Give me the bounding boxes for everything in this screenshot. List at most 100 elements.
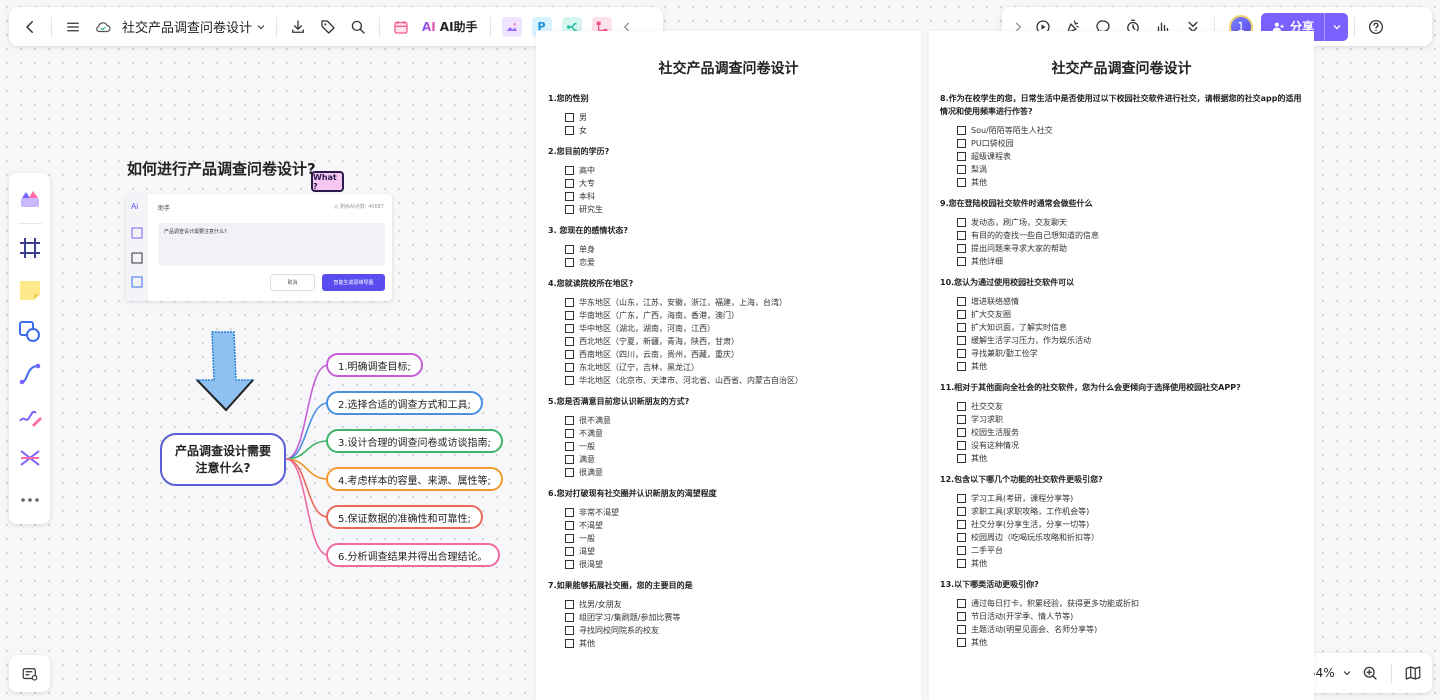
checkbox[interactable] — [957, 178, 966, 187]
checkbox[interactable] — [565, 298, 574, 307]
more-tools-icon[interactable] — [14, 482, 46, 518]
checkbox[interactable] — [957, 165, 966, 174]
checkbox[interactable] — [957, 152, 966, 161]
mindmap-heading[interactable]: 如何进行产品调查问卷设计? — [127, 158, 316, 179]
survey-option[interactable]: 东北地区（辽宁，吉林，黑龙江） — [565, 361, 909, 374]
survey-option[interactable]: 学习求职 — [957, 413, 1303, 426]
survey-option[interactable]: 男 — [565, 111, 909, 124]
checkbox[interactable] — [565, 468, 574, 477]
survey-option[interactable]: 超级课程表 — [957, 150, 1303, 163]
checkbox[interactable] — [957, 546, 966, 555]
survey-option[interactable]: 其他 — [957, 557, 1303, 570]
checkbox[interactable] — [565, 600, 574, 609]
checkbox[interactable] — [957, 244, 966, 253]
checkbox[interactable] — [957, 126, 966, 135]
survey-option[interactable]: 求职工具(求职攻略，工作机会等) — [957, 505, 1303, 518]
checkbox[interactable] — [957, 454, 966, 463]
survey-option[interactable]: 其他详细 — [957, 255, 1303, 268]
checkbox[interactable] — [565, 521, 574, 530]
survey-option[interactable]: 节日活动(开学季、情人节等) — [957, 610, 1303, 623]
survey-option[interactable]: 扩大交友圈 — [957, 308, 1303, 321]
survey-option[interactable]: 其他 — [957, 176, 1303, 189]
share-dropdown[interactable] — [1324, 12, 1348, 41]
checkbox[interactable] — [565, 205, 574, 214]
checkbox[interactable] — [565, 337, 574, 346]
survey-option[interactable]: 恋爱 — [565, 256, 909, 269]
survey-option[interactable]: 华北地区（北京市、天津市、河北省、山西省、内蒙古自治区） — [565, 374, 909, 387]
checkbox[interactable] — [957, 336, 966, 345]
mindmap-tool-icon[interactable] — [14, 440, 46, 476]
checkbox[interactable] — [957, 638, 966, 647]
menu-icon[interactable] — [58, 13, 88, 41]
survey-option[interactable]: 寻找同校同院系的校友 — [565, 624, 909, 637]
survey-option[interactable]: 社交交友 — [957, 400, 1303, 413]
checkbox[interactable] — [957, 139, 966, 148]
survey-option[interactable]: 梨涡 — [957, 163, 1303, 176]
checkbox[interactable] — [957, 323, 966, 332]
connector-tool-icon[interactable] — [14, 356, 46, 392]
survey-option[interactable]: 华南地区（广东，广西，海南，香港，澳门） — [565, 309, 909, 322]
pen-tool-icon[interactable] — [14, 398, 46, 434]
checkbox[interactable] — [957, 559, 966, 568]
checkbox[interactable] — [565, 311, 574, 320]
checkbox[interactable] — [957, 415, 966, 424]
survey-option[interactable]: 本科 — [565, 190, 909, 203]
checkbox[interactable] — [565, 534, 574, 543]
survey-option[interactable]: 一般 — [565, 532, 909, 545]
zoom-in-icon[interactable] — [1355, 659, 1385, 687]
survey-option[interactable]: 增进联络感情 — [957, 295, 1303, 308]
survey-option[interactable]: 缓解生活学习压力，作为娱乐活动 — [957, 334, 1303, 347]
ai-assistant-button[interactable]: AI AI助手 — [416, 13, 484, 41]
checkbox[interactable] — [565, 324, 574, 333]
checkbox[interactable] — [565, 613, 574, 622]
checkbox[interactable] — [957, 625, 966, 634]
checkbox[interactable] — [957, 257, 966, 266]
survey-option[interactable]: 没有这种情况 — [957, 439, 1303, 452]
checkbox[interactable] — [957, 402, 966, 411]
checkbox[interactable] — [565, 166, 574, 175]
zoom-dropdown-icon[interactable] — [1339, 659, 1355, 687]
survey-option[interactable]: 女 — [565, 124, 909, 137]
sticky-note-icon[interactable] — [14, 272, 46, 308]
survey-option[interactable]: 大专 — [565, 177, 909, 190]
survey-option[interactable]: PU口袋校园 — [957, 137, 1303, 150]
checkbox[interactable] — [565, 350, 574, 359]
survey-page-1[interactable]: 社交产品调查问卷设计 1.您的性别男女 2.您目前的学历? 高中 大专 本科 研究生 3. … — [536, 31, 921, 700]
survey-option[interactable]: 华中地区（湖北，湖南，河南，江西） — [565, 322, 909, 335]
mindmap-center-node[interactable]: 产品调查设计需要 注意什么? — [160, 433, 286, 486]
survey-option[interactable]: 研究生 — [565, 203, 909, 216]
frame-tool-icon[interactable] — [14, 230, 46, 266]
survey-option[interactable]: 不渴望 — [565, 519, 909, 532]
survey-option[interactable]: 一般 — [565, 440, 909, 453]
survey-option[interactable]: 提出问题来寻求大家的帮助 — [957, 242, 1303, 255]
help-icon[interactable] — [1361, 13, 1391, 41]
what-badge[interactable]: What ? — [311, 171, 344, 192]
map-view-icon[interactable] — [1398, 659, 1428, 687]
shape-tool-icon[interactable] — [14, 314, 46, 350]
checkbox[interactable] — [565, 455, 574, 464]
survey-option[interactable]: 学习工具(考研，课程分享等) — [957, 492, 1303, 505]
checkbox[interactable] — [565, 363, 574, 372]
survey-option[interactable]: 通过每日打卡，积累经验，获得更多功能或折扣 — [957, 597, 1303, 610]
survey-option[interactable]: 高中 — [565, 164, 909, 177]
back-icon[interactable] — [15, 13, 45, 41]
survey-option[interactable]: Sou/陌陌等陌生人社交 — [957, 124, 1303, 137]
survey-option[interactable]: 其他 — [957, 452, 1303, 465]
checkbox[interactable] — [957, 297, 966, 306]
tag-icon[interactable] — [313, 13, 343, 41]
survey-option[interactable]: 发动态，刷广场，交友聊天 — [957, 216, 1303, 229]
survey-option[interactable]: 校园生活服务 — [957, 426, 1303, 439]
checkbox[interactable] — [957, 612, 966, 621]
survey-option[interactable]: 找男/女朋友 — [565, 598, 909, 611]
checkbox[interactable] — [565, 639, 574, 648]
mindmap-branch[interactable]: 5.保证数据的准确性和可靠性; — [326, 505, 483, 529]
checkbox[interactable] — [957, 218, 966, 227]
survey-page-2[interactable]: 社交产品调查问卷设计 8.作为在校学生的您，日常生活中是否使用过以下校园社交软件… — [929, 31, 1314, 700]
download-icon[interactable] — [283, 13, 313, 41]
mindmap-branch[interactable]: 1.明确调查目标; — [326, 353, 423, 377]
checkbox[interactable] — [565, 626, 574, 635]
survey-option[interactable]: 非常不渴望 — [565, 506, 909, 519]
survey-option[interactable]: 寻找兼职/勤工俭学 — [957, 347, 1303, 360]
mindmap-branch[interactable]: 2.选择合适的调查方式和工具; — [326, 391, 483, 415]
mindmap-branch[interactable]: 4.考虑样本的容量、来源、属性等; — [326, 467, 503, 491]
